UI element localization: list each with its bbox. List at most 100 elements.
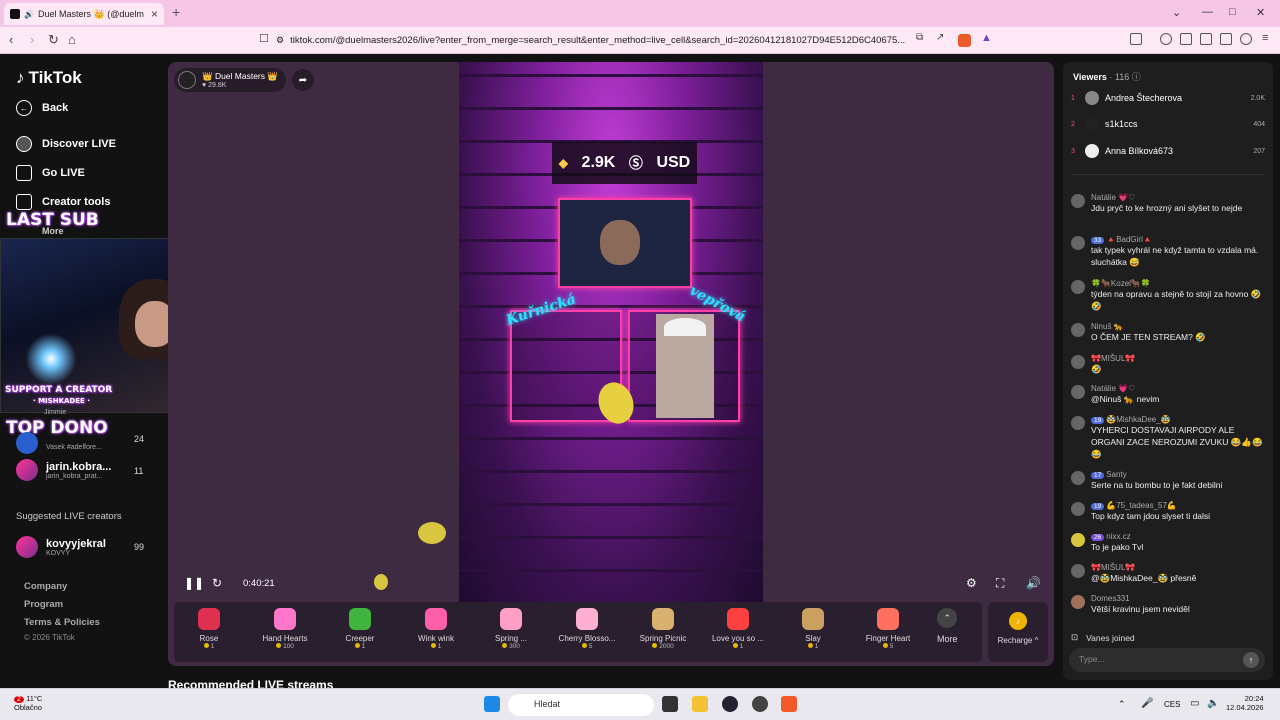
more-gifts-button[interactable]: ⌃ More	[937, 608, 958, 644]
program-link[interactable]: Program	[24, 599, 63, 610]
shield-icon[interactable]	[1240, 33, 1252, 45]
send-arrow-icon[interactable]: ↑	[1243, 652, 1259, 668]
site-info-icon[interactable]: ⚙	[276, 35, 284, 46]
gift-item[interactable]: Spring ... 300	[476, 606, 546, 650]
translate-icon[interactable]: ⧉	[916, 32, 923, 43]
avatar[interactable]	[1071, 471, 1085, 485]
avatar[interactable]	[1071, 194, 1085, 208]
settings-icon[interactable]: ⚙	[966, 576, 977, 590]
avatar[interactable]	[1071, 595, 1085, 609]
reader-mode-icon[interactable]	[1130, 33, 1142, 45]
new-tab-button[interactable]: +	[172, 4, 180, 20]
host-info[interactable]: 👑 Duel Masters 👑 ♥ 29.8K	[174, 68, 286, 92]
gift-item[interactable]: Spring Picnic 2000	[628, 606, 698, 650]
share-icon[interactable]: ↗	[936, 32, 944, 43]
brave-rewards-icon[interactable]: ▲	[981, 32, 992, 44]
music-icon[interactable]	[1160, 33, 1172, 45]
browser-tab[interactable]: 🔊 Duel Masters 👑 (@duelm ×	[4, 3, 164, 25]
pause-icon[interactable]: ❚❚	[184, 576, 204, 590]
suggested-creator[interactable]: kovyyjekral KOVYY	[16, 536, 106, 558]
avatar[interactable]	[1071, 323, 1085, 337]
level-badge: 19	[1091, 503, 1105, 510]
wallet-icon[interactable]	[1200, 33, 1212, 45]
top-viewer[interactable]: 1 Andrea Štecherova 2.0K	[1071, 88, 1265, 108]
avatar[interactable]	[1071, 416, 1085, 430]
gift-item[interactable]: Hand Hearts 100	[250, 606, 320, 650]
file-explorer-icon[interactable]	[692, 696, 708, 712]
refresh-icon[interactable]: ↻	[212, 576, 222, 590]
chat-message: 🍀🐂Kozel🐂🍀 týden na opravu a stejně to sto…	[1071, 279, 1267, 312]
gift-item[interactable]: Love you so ... 1	[703, 606, 773, 650]
volume-icon[interactable]: 🔈	[1207, 698, 1219, 709]
top-viewer[interactable]: 2 s1k1ccs 404	[1071, 114, 1265, 134]
gift-item[interactable]: Rose 1	[174, 606, 244, 650]
tiktok-note-icon: ♪	[16, 68, 25, 87]
sidebar-icon[interactable]	[1180, 33, 1192, 45]
top-viewer[interactable]: 3 Anna Bílková673 207	[1071, 141, 1265, 161]
creator-tools-link[interactable]: Creator tools	[16, 194, 110, 210]
tiktok-logo[interactable]: ♪ TikTok	[16, 68, 82, 88]
home-icon[interactable]: ⌂	[68, 32, 76, 47]
terms-link[interactable]: Terms & Policies	[24, 617, 100, 628]
avatar[interactable]	[1071, 564, 1085, 578]
close-window-button[interactable]: ✕	[1256, 6, 1265, 19]
menu-icon[interactable]: ≡	[1262, 32, 1268, 44]
gift-item[interactable]: Wink wink 1	[401, 606, 471, 650]
maximize-button[interactable]: □	[1229, 6, 1236, 18]
volume-icon[interactable]: 🔊	[1026, 576, 1041, 590]
bookmark-icon[interactable]: ☐	[259, 32, 269, 45]
avatar[interactable]	[1071, 236, 1085, 250]
viewers-header[interactable]: Viewers · 116 ⓘ	[1073, 70, 1141, 83]
back-arrow-icon[interactable]: ‹	[9, 32, 13, 47]
obs-icon[interactable]	[722, 696, 738, 712]
fullscreen-icon[interactable]: ⛶	[996, 576, 1004, 591]
weather-alert-badge: 2	[14, 696, 24, 703]
address-bar[interactable]: ⚙ tiktok.com/@duelmasters2026/live?enter…	[276, 31, 996, 50]
guest-video	[656, 314, 714, 418]
tab-list-icon[interactable]: ⌄	[1172, 6, 1181, 19]
company-link[interactable]: Company	[24, 581, 67, 592]
leaderboard-item[interactable]: Vasek #adelfore...	[16, 432, 102, 454]
avatar[interactable]	[1071, 385, 1085, 399]
back-link[interactable]: ← Back	[16, 100, 68, 116]
recharge-button[interactable]: ♪ Recharge ^	[988, 602, 1048, 662]
microphone-icon[interactable]: 🎤	[1141, 698, 1153, 709]
vpn-icon[interactable]	[1220, 33, 1232, 45]
reload-icon[interactable]: ↻	[48, 32, 59, 48]
gift-item[interactable]: Creeper 1	[325, 606, 395, 650]
windows-start-icon[interactable]	[484, 696, 500, 712]
taskbar-search[interactable]: Hledat	[508, 694, 654, 716]
info-icon[interactable]: ⓘ	[1132, 72, 1141, 82]
network-icon[interactable]: ▭	[1190, 698, 1199, 709]
avatar[interactable]	[1071, 355, 1085, 369]
discover-live-link[interactable]: Discover LIVE	[16, 136, 116, 152]
go-live-link[interactable]: Go LIVE	[16, 165, 85, 181]
close-tab-icon[interactable]: ×	[151, 7, 158, 21]
gift-item[interactable]: Finger Heart 5	[853, 606, 923, 650]
avatar	[1085, 144, 1099, 158]
forward-arrow-icon[interactable]: ›	[30, 32, 34, 47]
task-view-icon[interactable]	[662, 696, 678, 712]
language-indicator[interactable]: CES	[1164, 700, 1180, 709]
chat-input[interactable]: Type...	[1069, 648, 1265, 672]
host-avatar	[178, 71, 196, 89]
brave-browser-icon[interactable]	[781, 696, 797, 712]
stream-video: ◆ 2.9K Ⓢ USD Kuřnická vepřová	[459, 62, 763, 602]
share-button[interactable]: ➦	[292, 69, 314, 91]
speaker-icon[interactable]: 🔊	[24, 10, 34, 19]
minimize-button[interactable]: —	[1202, 6, 1213, 18]
avatar[interactable]	[1071, 502, 1085, 516]
brave-shield-icon[interactable]	[958, 34, 971, 47]
gift-item[interactable]: Slay 1	[778, 606, 848, 650]
app-icon[interactable]	[752, 696, 768, 712]
avatar[interactable]	[1071, 280, 1085, 294]
weather-widget[interactable]: 2 11°C Oblačno	[14, 694, 42, 712]
gift-item[interactable]: Cherry Blosso... 5	[552, 606, 622, 650]
live-video-player[interactable]: ◆ 2.9K Ⓢ USD Kuřnická vepřová 👑 Duel Mas…	[168, 62, 1054, 666]
avatar[interactable]	[1071, 533, 1085, 547]
leaderboard-item[interactable]: jarin.kobra... jarin_kobra_prat...	[16, 459, 111, 481]
wink-heart-icon	[425, 608, 447, 630]
tray-chevron-icon[interactable]: ⌃	[1118, 699, 1126, 710]
taskbar-clock[interactable]: 20:24 12.04.2026	[1226, 694, 1264, 712]
chat-message: 19 🥸MishkaDee_🥸 VYHERCI DOSTAVAJI AIRPODY …	[1071, 415, 1267, 460]
